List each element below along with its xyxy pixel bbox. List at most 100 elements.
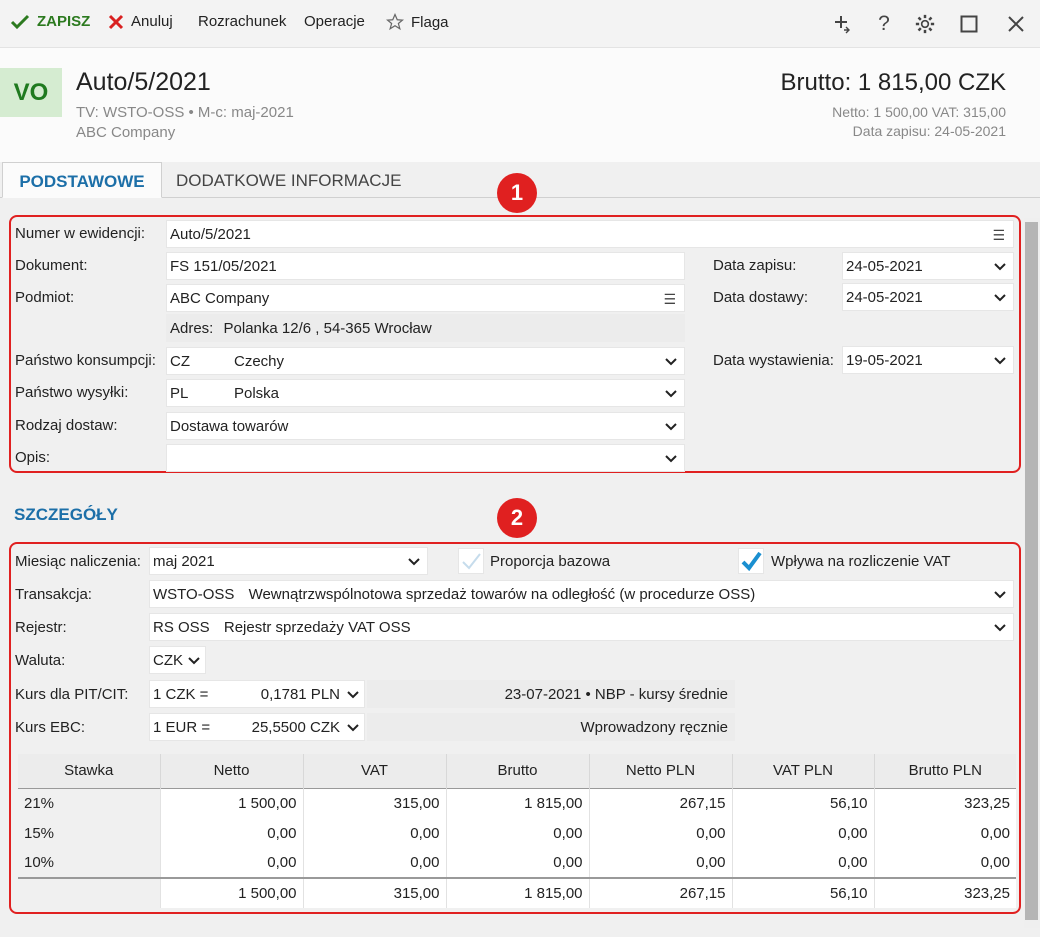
transakcja-code: WSTO-OSS [153, 586, 235, 603]
table-cell[interactable]: 0,00 [160, 818, 304, 848]
rodzaj-dostaw-value: Dostawa towarów [170, 418, 289, 435]
maximize-icon [960, 15, 978, 33]
transakcja-select[interactable]: WSTO-OSS Wewnątrzwspólnotowa sprzedaż to… [149, 580, 1014, 608]
rozrachunek-button[interactable]: Rozrachunek [198, 13, 286, 30]
data-dostawy-picker[interactable]: 24-05-2021 [842, 283, 1014, 311]
wplywa-label: Wpływa na rozliczenie VAT [771, 553, 951, 570]
document-header: VO Auto/5/2021 TV: WSTO-OSS • M-c: maj-2… [0, 48, 1040, 162]
table-cell[interactable]: 1 500,00 [160, 787, 304, 818]
tab-podstawowe[interactable]: PODSTAWOWE [2, 162, 162, 198]
table-cell: 267,15 [589, 877, 733, 908]
rejestr-name: Rejestr sprzedaży VAT OSS [223, 619, 411, 636]
table-cell[interactable]: 0,00 [160, 848, 304, 878]
panstwo-wysylki-label: Państwo wysyłki: [15, 384, 129, 401]
kurs-ebc-unit: 1 EUR = [153, 719, 211, 736]
chevron-down-icon [347, 691, 359, 699]
rejestr-select[interactable]: RS OSS Rejestr sprzedaży VAT OSS [149, 613, 1014, 641]
table-cell[interactable]: 0,00 [303, 848, 447, 878]
chevron-down-icon [665, 390, 677, 398]
adres-value: Polanka 12/6 , 54-365 Wrocław [223, 320, 432, 337]
podmiot-field[interactable]: ABC Company ☰ [166, 284, 685, 312]
opis-label: Opis: [15, 449, 51, 466]
table-cell: 323,25 [874, 787, 1016, 818]
save-button[interactable]: ZAPISZ [10, 13, 90, 30]
kurs-pit-info: 23-07-2021 • NBP - kursy średnie [367, 680, 735, 708]
netto-vat-line: Netto: 1 500,00 VAT: 315,00 [832, 104, 1006, 120]
menu-icon[interactable]: ☰ [663, 291, 676, 308]
numer-label: Numer w ewidencji: [15, 225, 146, 242]
vat-rates-table: Stawka Netto VAT Brutto Netto PLN VAT PL… [18, 754, 1016, 908]
menu-icon[interactable]: ☰ [992, 227, 1005, 244]
cancel-button[interactable]: Anuluj [108, 13, 173, 30]
chevron-down-icon [408, 558, 420, 566]
table-header: Netto [160, 754, 304, 788]
panstwo-konsumpcji-code: CZ [170, 353, 190, 370]
chevron-down-icon [665, 358, 677, 366]
transakcja-name: Wewnątrzwspólnotowa sprzedaż towarów na … [248, 586, 756, 603]
settings-button[interactable] [912, 12, 938, 36]
table-total-row: 1 500,00 315,00 1 815,00 267,15 56,10 32… [18, 877, 1016, 908]
table-cell[interactable]: 315,00 [303, 787, 447, 818]
table-cell: 21% [18, 787, 161, 818]
numer-field[interactable]: Auto/5/2021 ☰ [166, 220, 1014, 248]
help-button[interactable]: ? [871, 12, 897, 36]
check-icon [10, 14, 30, 29]
kurs-pit-select[interactable]: 1 CZK = 0,1781 PLN [149, 680, 365, 708]
data-zapisu-picker[interactable]: 24-05-2021 [842, 252, 1014, 280]
maximize-button[interactable] [956, 12, 982, 36]
panstwo-konsumpcji-select[interactable]: CZ Czechy [166, 347, 685, 375]
brutto-total: Brutto: 1 815,00 CZK [780, 69, 1006, 96]
table-cell: 1 500,00 [160, 877, 304, 908]
chevron-down-icon [994, 263, 1006, 271]
chevron-down-icon [994, 294, 1006, 302]
close-window-button[interactable] [1003, 12, 1029, 36]
annotation-badge-2: 2 [497, 498, 537, 538]
table-cell: 0,00 [589, 818, 733, 848]
table-cell: 0,00 [874, 848, 1016, 878]
podmiot-value: ABC Company [170, 290, 270, 307]
rodzaj-dostaw-select[interactable]: Dostawa towarów [166, 412, 685, 440]
operacje-button[interactable]: Operacje [304, 13, 365, 30]
rodzaj-dostaw-label: Rodzaj dostaw: [15, 417, 118, 434]
flag-button[interactable]: Flaga [386, 13, 449, 31]
table-cell[interactable]: 0,00 [446, 818, 590, 848]
table-cell: 1 815,00 [446, 877, 590, 908]
table-row: 15% 0,00 0,00 0,00 0,00 0,00 0,00 [18, 818, 1016, 848]
kurs-pit-info-text: 23-07-2021 • NBP - kursy średnie [504, 686, 728, 703]
data-wystawienia-picker[interactable]: 19-05-2021 [842, 346, 1014, 374]
kurs-ebc-select[interactable]: 1 EUR = 25,5500 CZK [149, 713, 365, 741]
podmiot-label: Podmiot: [15, 289, 75, 306]
table-cell[interactable]: 1 815,00 [446, 787, 590, 818]
table-row: 21% 1 500,00 315,00 1 815,00 267,15 56,1… [18, 787, 1016, 818]
table-header: VAT [303, 754, 447, 788]
table-header: VAT PLN [732, 754, 875, 788]
waluta-select[interactable]: CZK [149, 646, 206, 674]
miesiac-label: Miesiąc naliczenia: [15, 553, 141, 570]
adres-row: Adres: Polanka 12/6 , 54-365 Wrocław [166, 314, 685, 342]
proporcja-checkbox[interactable] [458, 548, 484, 574]
tab-dodatkowe-informacje[interactable]: DODATKOWE INFORMACJE [176, 162, 401, 198]
add-link-button[interactable] [831, 12, 857, 36]
add-link-icon [835, 16, 850, 34]
dokument-field[interactable]: FS 151/05/2021 [166, 252, 685, 280]
panstwo-wysylki-select[interactable]: PL Polska [166, 379, 685, 407]
document-title: Auto/5/2021 [76, 68, 211, 96]
document-company: ABC Company [76, 124, 176, 141]
opis-select[interactable] [166, 444, 685, 472]
kurs-ebc-info-text: Wprowadzony ręcznie [580, 719, 728, 736]
adres-label: Adres: [170, 320, 214, 337]
kurs-pit-label: Kurs dla PIT/CIT: [15, 686, 129, 703]
wplywa-checkbox[interactable] [738, 548, 764, 574]
table-cell[interactable]: 0,00 [303, 818, 447, 848]
table-header: Brutto [446, 754, 590, 788]
table-cell: 0,00 [874, 818, 1016, 848]
table-cell[interactable]: 0,00 [446, 848, 590, 878]
scrollbar-thumb[interactable] [1025, 222, 1038, 920]
kurs-pit-value: 0,1781 PLN [260, 686, 340, 703]
annotation-badge-1: 1 [497, 173, 537, 213]
close-icon [108, 14, 124, 29]
check-icon [741, 551, 762, 572]
miesiac-select[interactable]: maj 2021 [149, 547, 428, 575]
kurs-ebc-value: 25,5500 CZK [251, 719, 340, 736]
data-zapisu-label: Data zapisu: [713, 257, 797, 274]
